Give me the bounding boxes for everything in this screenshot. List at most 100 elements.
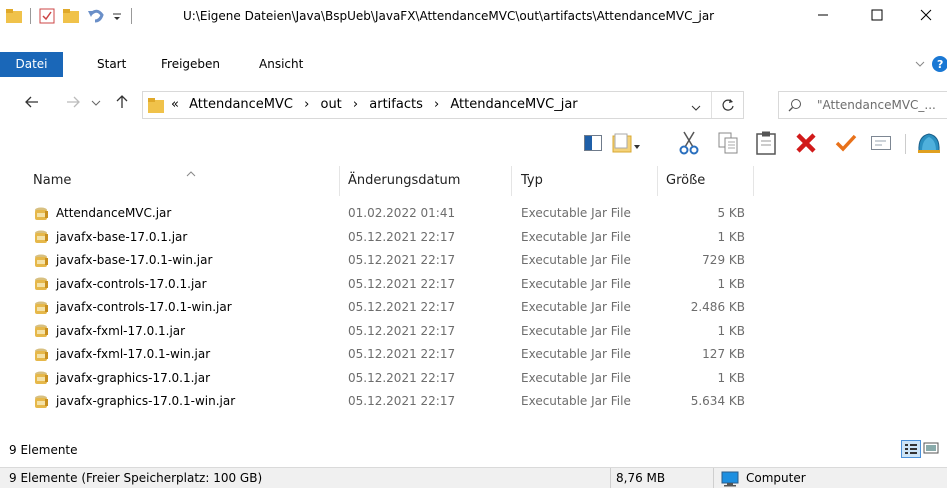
- file-row[interactable]: AttendanceMVC.jar 01.02.2022 01:41 Execu…: [0, 202, 947, 226]
- minimize-icon: [817, 9, 829, 24]
- address-bar[interactable]: « AttendanceMVC › out › artifacts › Atte…: [142, 91, 744, 119]
- checkbox-icon[interactable]: [39, 8, 55, 24]
- chevron-down-icon[interactable]: [111, 11, 123, 21]
- file-date: 01.02.2022 01:41: [348, 206, 456, 220]
- preview-pane-icon[interactable]: [579, 130, 607, 156]
- column-divider[interactable]: [753, 166, 754, 196]
- details-view-button[interactable]: [901, 440, 921, 458]
- breadcrumb-overflow[interactable]: «: [171, 97, 179, 112]
- breadcrumb-separator[interactable]: ›: [434, 97, 439, 112]
- column-header-type[interactable]: Typ: [521, 166, 543, 196]
- jar-icon: [33, 390, 53, 414]
- file-row[interactable]: javafx-base-17.0.1-win.jar 05.12.2021 22…: [0, 249, 947, 273]
- recent-locations-button[interactable]: [90, 93, 102, 113]
- back-button[interactable]: [22, 93, 42, 113]
- file-row[interactable]: javafx-graphics-17.0.1.jar 05.12.2021 22…: [0, 367, 947, 391]
- file-row[interactable]: javafx-controls-17.0.1-win.jar 05.12.202…: [0, 296, 947, 320]
- search-box[interactable]: "AttendanceMVC_...: [778, 91, 947, 119]
- file-date: 05.12.2021 22:17: [348, 253, 456, 267]
- breadcrumb-separator[interactable]: ›: [304, 97, 309, 112]
- file-date: 05.12.2021 22:17: [348, 229, 456, 244]
- file-date: 05.12.2021 22:17: [348, 347, 456, 361]
- undo-icon[interactable]: [87, 8, 105, 24]
- file-row[interactable]: javafx-graphics-17.0.1-win.jar 05.12.202…: [0, 390, 947, 414]
- status-divider: [713, 468, 714, 488]
- rename-icon[interactable]: [867, 130, 895, 156]
- ribbon-expand-icon[interactable]: [914, 58, 926, 72]
- breadcrumb-item-attendancemvc[interactable]: AttendanceMVC: [189, 97, 293, 112]
- up-button[interactable]: [112, 93, 132, 113]
- paste-icon[interactable]: [752, 130, 780, 156]
- jar-icon: [33, 273, 53, 297]
- tab-datei[interactable]: Datei: [0, 52, 63, 77]
- tab-freigeben[interactable]: Freigeben: [161, 52, 220, 77]
- maximize-button[interactable]: [854, 0, 900, 32]
- cut-icon[interactable]: [675, 130, 703, 156]
- new-folder-icon[interactable]: [610, 130, 642, 156]
- file-name: javafx-graphics-17.0.1-win.jar: [56, 394, 236, 408]
- file-name: javafx-base-17.0.1.jar: [56, 229, 188, 244]
- command-toolbar: [0, 122, 947, 164]
- folder-icon[interactable]: [63, 9, 79, 23]
- svg-text:?: ?: [937, 58, 943, 71]
- minimize-button[interactable]: [800, 0, 846, 32]
- tab-start[interactable]: Start: [97, 52, 126, 77]
- column-divider[interactable]: [339, 166, 340, 196]
- file-size: 127 KB: [702, 347, 745, 361]
- breadcrumb-separator[interactable]: ›: [353, 97, 358, 112]
- file-name: AttendanceMVC.jar: [56, 206, 172, 220]
- file-type: Executable Jar File: [521, 276, 631, 291]
- status-location: Computer: [746, 471, 806, 485]
- close-button[interactable]: [904, 0, 947, 32]
- column-header-size[interactable]: Größe: [666, 166, 705, 196]
- column-divider[interactable]: [657, 166, 658, 196]
- address-history-icon[interactable]: [691, 101, 701, 115]
- help-icon[interactable]: ?: [932, 56, 947, 72]
- column-header-date[interactable]: Änderungsdatum: [348, 166, 460, 196]
- breadcrumb-item-artifacts[interactable]: artifacts: [369, 97, 423, 112]
- file-name: javafx-fxml-17.0.1-win.jar: [56, 347, 211, 361]
- check-icon[interactable]: [832, 130, 860, 156]
- shell-icon[interactable]: [915, 130, 943, 156]
- status-free-space: 9 Elemente (Freier Speicherplatz: 100 GB…: [9, 471, 263, 485]
- breadcrumb-item-out[interactable]: out: [320, 97, 341, 112]
- tab-ansicht[interactable]: Ansicht: [259, 52, 303, 77]
- search-input[interactable]: "AttendanceMVC_...: [817, 92, 936, 118]
- jar-icon: [33, 249, 53, 273]
- file-date: 05.12.2021 22:17: [348, 394, 456, 408]
- jar-icon: [33, 367, 53, 391]
- qa-divider: [30, 8, 31, 24]
- forward-button[interactable]: [63, 93, 83, 113]
- search-icon: [788, 98, 802, 115]
- file-name: javafx-controls-17.0.1-win.jar: [56, 300, 232, 314]
- status-divider: [610, 468, 611, 488]
- file-row[interactable]: javafx-base-17.0.1.jar 05.12.2021 22:17 …: [0, 226, 947, 250]
- file-type: Executable Jar File: [521, 323, 631, 338]
- file-row[interactable]: javafx-fxml-17.0.1-win.jar 05.12.2021 22…: [0, 343, 947, 367]
- close-icon: [920, 9, 932, 24]
- window-title: U:\Eigene Dateien\Java\BspUeb\JavaFX\Att…: [183, 9, 715, 23]
- file-date: 05.12.2021 22:17: [348, 300, 456, 314]
- file-size: 2.486 KB: [690, 300, 745, 314]
- file-row[interactable]: javafx-controls-17.0.1.jar 05.12.2021 22…: [0, 273, 947, 297]
- refresh-icon[interactable]: [721, 98, 735, 115]
- address-divider: [711, 92, 712, 118]
- chevron-down-icon: [91, 96, 101, 110]
- jar-icon: [33, 320, 53, 344]
- file-name: javafx-graphics-17.0.1.jar: [56, 370, 211, 385]
- file-size: 729 KB: [702, 253, 745, 267]
- column-header-name[interactable]: Name: [33, 166, 71, 196]
- file-size: 1 KB: [717, 276, 745, 291]
- file-type: Executable Jar File: [521, 206, 631, 220]
- copy-icon[interactable]: [714, 130, 742, 156]
- file-row[interactable]: javafx-fxml-17.0.1.jar 05.12.2021 22:17 …: [0, 320, 947, 344]
- delete-icon[interactable]: [792, 130, 820, 156]
- column-divider[interactable]: [511, 166, 512, 196]
- file-size: 5 KB: [717, 206, 745, 220]
- status-size: 8,76 MB: [616, 471, 666, 485]
- jar-icon: [33, 202, 53, 226]
- file-size: 5.634 KB: [690, 394, 745, 408]
- breadcrumb-item-attendancemvc-jar[interactable]: AttendanceMVC_jar: [450, 97, 577, 112]
- large-icons-view-button[interactable]: [923, 440, 941, 458]
- ribbon-tabs: Datei Start Freigeben Ansicht ?: [0, 52, 947, 77]
